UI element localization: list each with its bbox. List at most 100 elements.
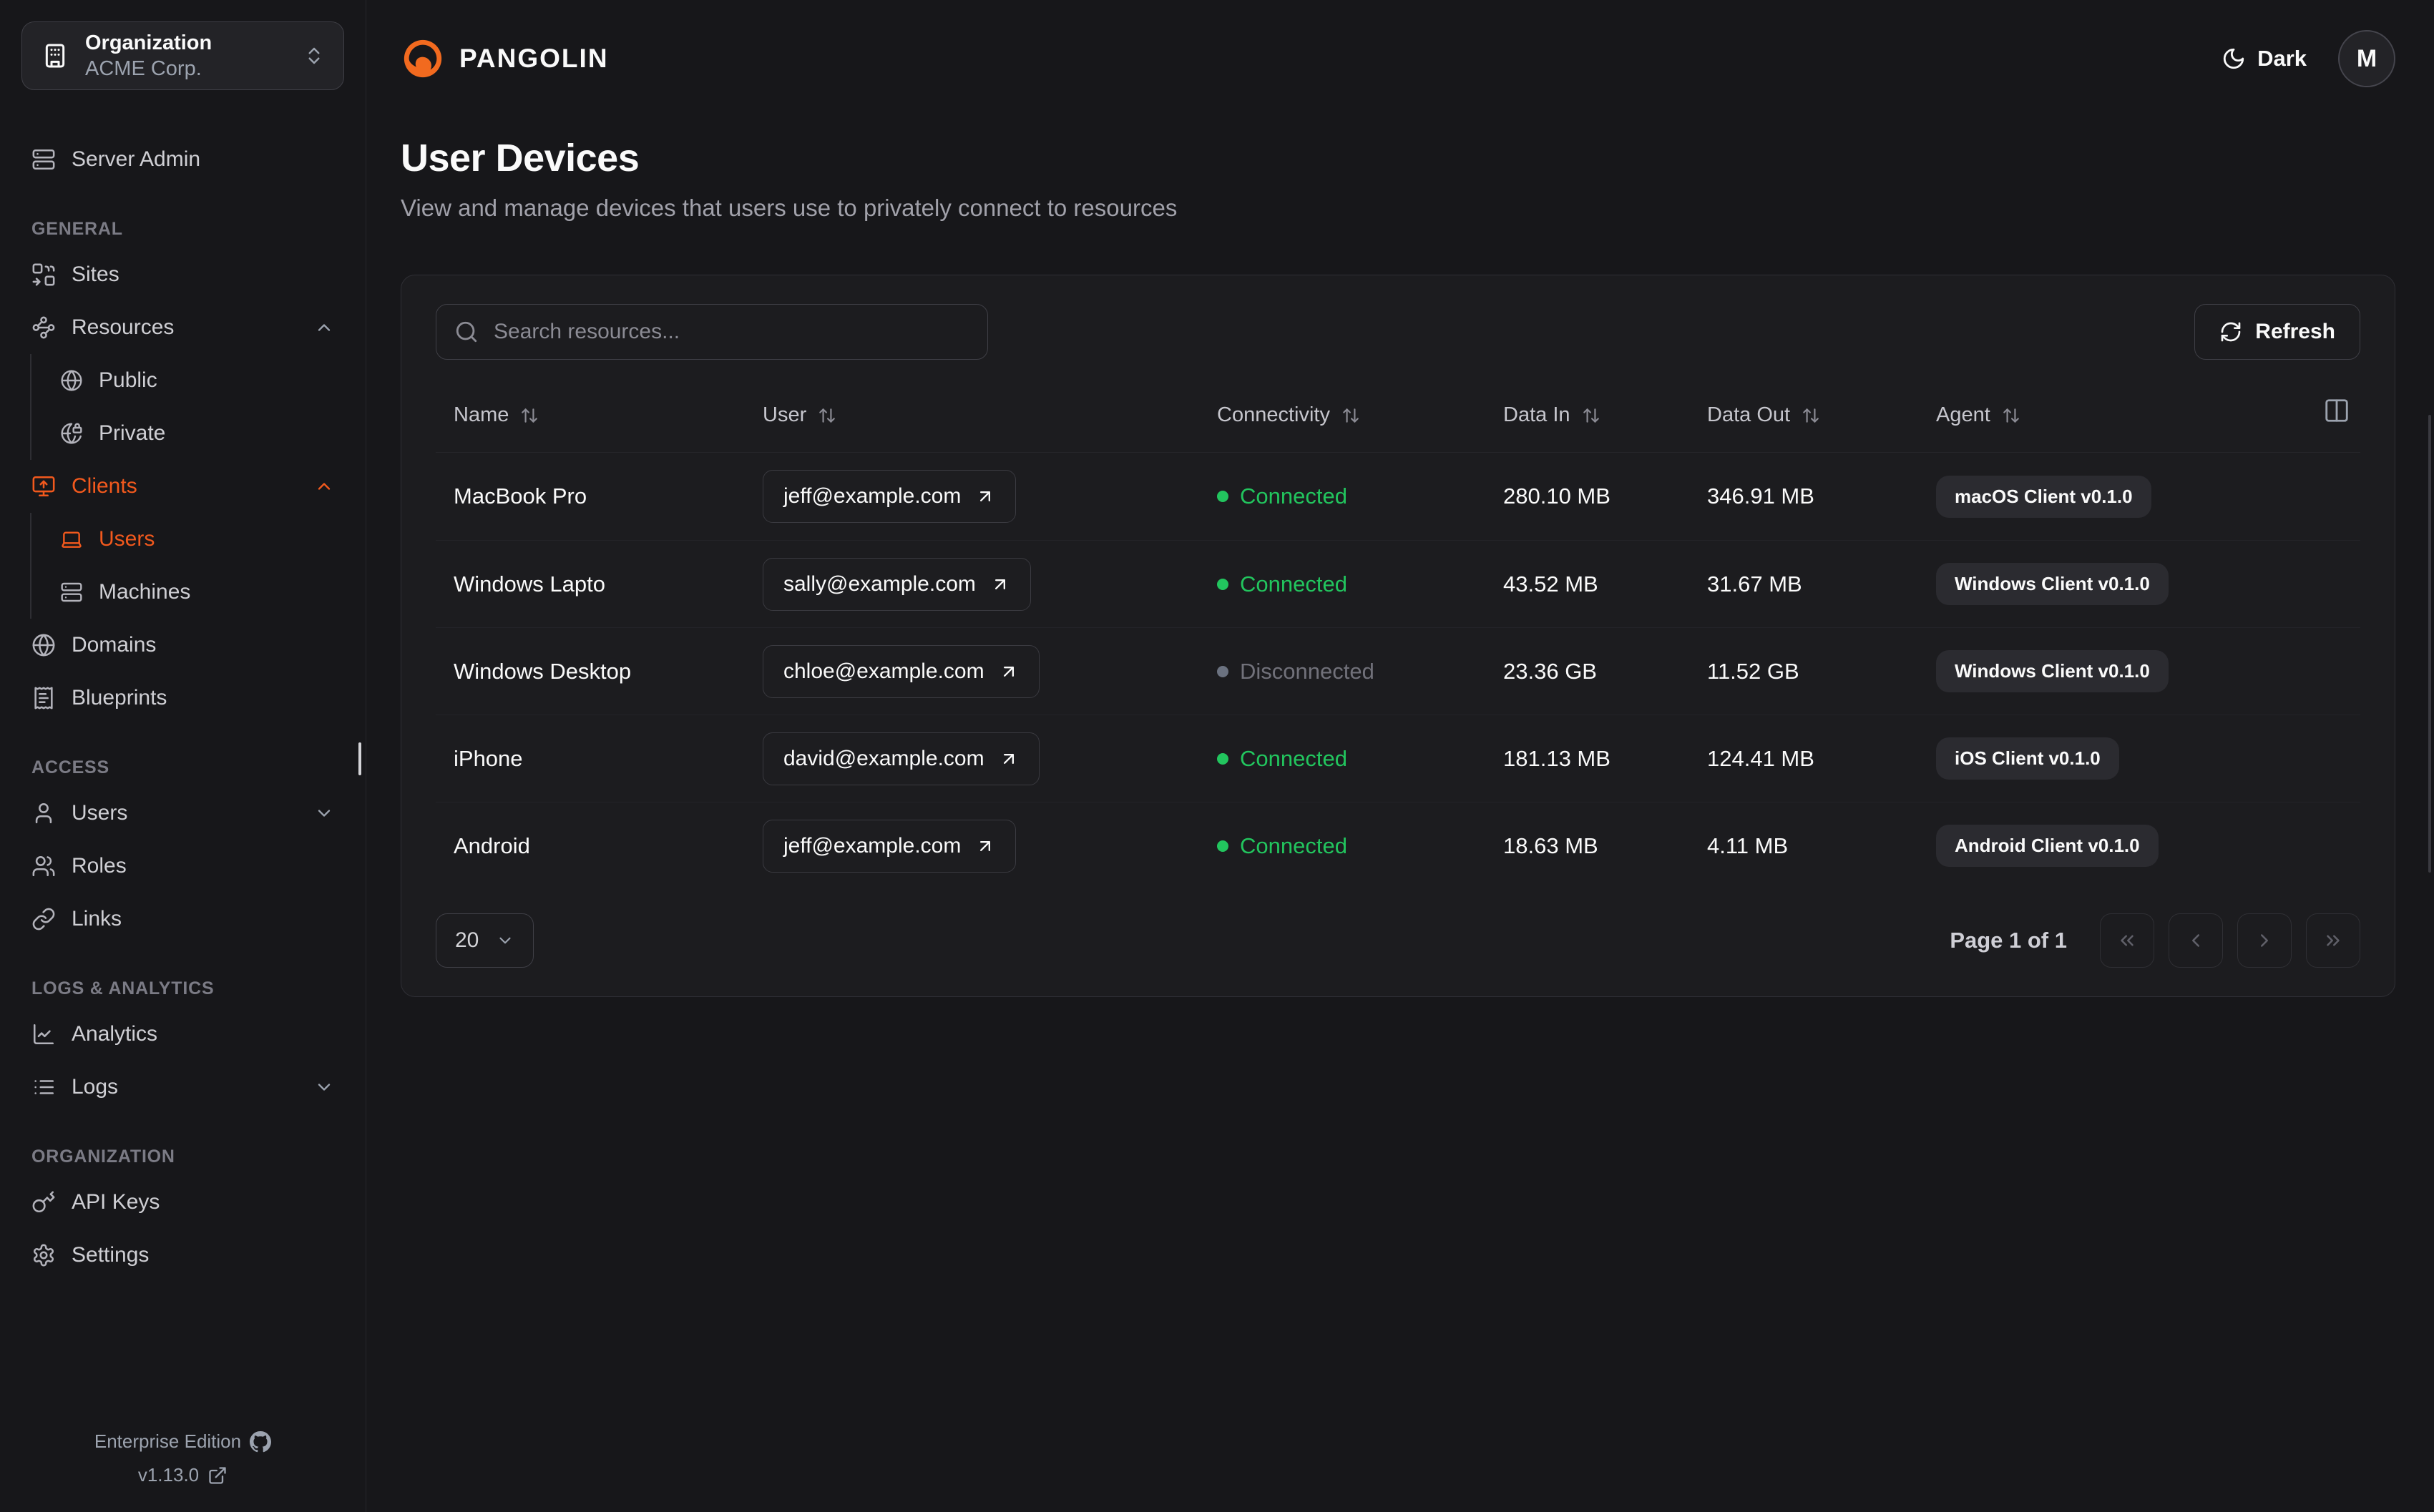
sidebar-item-resources[interactable]: Resources — [21, 301, 344, 354]
github-icon — [250, 1430, 272, 1453]
sidebar-item-server-admin[interactable]: Server Admin — [21, 133, 344, 186]
connectivity-status: Connected — [1217, 833, 1503, 859]
column-header-user[interactable]: User — [763, 403, 1217, 427]
sidebar-item-analytics[interactable]: Analytics — [21, 1008, 344, 1061]
main-content: PANGOLIN Dark M User Devices View and ma… — [366, 0, 2434, 1512]
sidebar-item-private[interactable]: Private — [50, 407, 344, 460]
gear-icon — [31, 1243, 56, 1267]
refresh-label: Refresh — [2255, 320, 2335, 343]
column-label: Name — [454, 403, 509, 426]
table-body: MacBook Pro jeff@example.com Connected 2… — [436, 453, 2360, 889]
column-header-agent[interactable]: Agent — [1936, 403, 2360, 427]
sidebar-item-label: Machines — [99, 580, 191, 604]
refresh-button[interactable]: Refresh — [2194, 304, 2360, 360]
last-page-button[interactable] — [2306, 913, 2360, 968]
chevron-down-icon — [496, 931, 514, 950]
sidebar-footer: Enterprise Edition v1.13.0 — [21, 1430, 344, 1486]
next-page-button[interactable] — [2237, 913, 2292, 968]
data-in-value: 181.13 MB — [1503, 745, 1611, 771]
table-row: iPhone david@example.com Connected 181.1… — [436, 715, 2360, 802]
brand[interactable]: PANGOLIN — [401, 36, 609, 81]
topbar: PANGOLIN Dark M — [401, 26, 2395, 92]
agent-badge: Windows Client v0.1.0 — [1936, 563, 2169, 605]
theme-toggle-label: Dark — [2257, 46, 2307, 71]
user-link-button[interactable]: jeff@example.com — [763, 819, 1017, 873]
page-size-select[interactable]: 20 — [436, 913, 534, 968]
sidebar-item-roles[interactable]: Roles — [21, 840, 344, 893]
user-link-button[interactable]: chloe@example.com — [763, 644, 1040, 698]
column-header-connectivity[interactable]: Connectivity — [1217, 403, 1503, 427]
sidebar-item-clients[interactable]: Clients — [21, 460, 344, 513]
columns-toggle-button[interactable] — [2323, 397, 2350, 424]
search-input[interactable] — [436, 304, 988, 360]
data-out-value: 31.67 MB — [1707, 571, 1802, 597]
prev-page-button[interactable] — [2169, 913, 2223, 968]
sidebar-item-users-access[interactable]: Users — [21, 787, 344, 840]
data-in-value: 23.36 GB — [1503, 658, 1597, 684]
devices-card: Refresh Name User Connectivity Data In D… — [401, 275, 2395, 997]
search-icon — [454, 320, 479, 344]
connectivity-status: Connected — [1217, 746, 1503, 772]
data-in-value: 18.63 MB — [1503, 833, 1598, 858]
org-value: ACME Corp. — [85, 57, 202, 80]
sidebar-item-label: Private — [99, 421, 166, 445]
sidebar-item-sites[interactable]: Sites — [21, 248, 344, 301]
status-dot-icon — [1217, 752, 1228, 765]
table-header: Name User Connectivity Data In Data Out … — [436, 378, 2360, 453]
sidebar-item-logs[interactable]: Logs — [21, 1061, 344, 1114]
sidebar-item-settings[interactable]: Settings — [21, 1229, 344, 1282]
user-link-button[interactable]: david@example.com — [763, 732, 1040, 785]
edition-label: Enterprise Edition — [94, 1430, 242, 1452]
sidebar-item-domains[interactable]: Domains — [21, 619, 344, 672]
column-header-data-out[interactable]: Data Out — [1707, 403, 1936, 427]
user-link-button[interactable]: sally@example.com — [763, 557, 1031, 611]
server-icon — [60, 581, 83, 604]
agent-badge: macOS Client v0.1.0 — [1936, 475, 2151, 518]
connectivity-label: Disconnected — [1240, 658, 1374, 684]
section-label-access: ACCESS — [31, 757, 109, 777]
data-out-value: 124.41 MB — [1707, 745, 1814, 771]
column-header-data-in[interactable]: Data In — [1503, 403, 1707, 427]
sidebar-item-label: Logs — [72, 1075, 119, 1099]
connectivity-status: Connected — [1217, 483, 1503, 509]
globe-icon — [31, 633, 56, 657]
avatar[interactable]: M — [2338, 30, 2395, 87]
first-page-button[interactable] — [2100, 913, 2154, 968]
sidebar-item-machines[interactable]: Machines — [50, 566, 344, 619]
sidebar-item-links[interactable]: Links — [21, 893, 344, 946]
arrow-up-down-icon — [1802, 406, 1820, 425]
arrow-up-right-icon — [999, 662, 1019, 682]
page-scrollbar-thumb[interactable] — [2428, 415, 2431, 873]
page-size-value: 20 — [455, 928, 479, 952]
user-link-button[interactable]: jeff@example.com — [763, 470, 1017, 523]
sidebar-item-label: Settings — [72, 1243, 150, 1267]
column-label: Data Out — [1707, 403, 1791, 426]
sidebar-item-label: Users — [99, 527, 155, 551]
resources-subtree: Public Private — [30, 354, 344, 460]
agent-badge: Android Client v0.1.0 — [1936, 825, 2159, 867]
sidebar-item-api-keys[interactable]: API Keys — [21, 1176, 344, 1229]
enterprise-edition-link[interactable]: Enterprise Edition — [94, 1430, 272, 1453]
globe-icon — [60, 369, 83, 392]
pangolin-logo-icon — [401, 36, 445, 81]
device-name: Windows Desktop — [454, 658, 632, 684]
device-name: MacBook Pro — [454, 483, 587, 509]
table-row: Android jeff@example.com Connected 18.63… — [436, 802, 2360, 889]
sidebar-item-label: Server Admin — [72, 147, 201, 171]
theme-toggle-button[interactable]: Dark — [2222, 46, 2307, 72]
page-title: User Devices — [401, 137, 640, 180]
org-switcher[interactable]: Organization ACME Corp. — [21, 21, 344, 90]
sidebar-item-label: Blueprints — [72, 686, 167, 710]
sidebar-item-public[interactable]: Public — [50, 354, 344, 407]
column-header-name[interactable]: Name — [454, 403, 763, 427]
arrow-up-right-icon — [999, 749, 1019, 769]
user-email: chloe@example.com — [783, 659, 984, 683]
sidebar-item-users-clients[interactable]: Users — [50, 513, 344, 566]
data-in-value: 43.52 MB — [1503, 571, 1598, 597]
sidebar-scrollbar-thumb[interactable] — [358, 742, 361, 775]
version-link[interactable]: v1.13.0 — [138, 1464, 228, 1486]
chevrons-up-down-icon — [303, 45, 325, 67]
arrow-up-right-icon — [990, 574, 1010, 594]
arrow-up-down-icon — [1341, 406, 1360, 425]
sidebar-item-blueprints[interactable]: Blueprints — [21, 672, 344, 725]
